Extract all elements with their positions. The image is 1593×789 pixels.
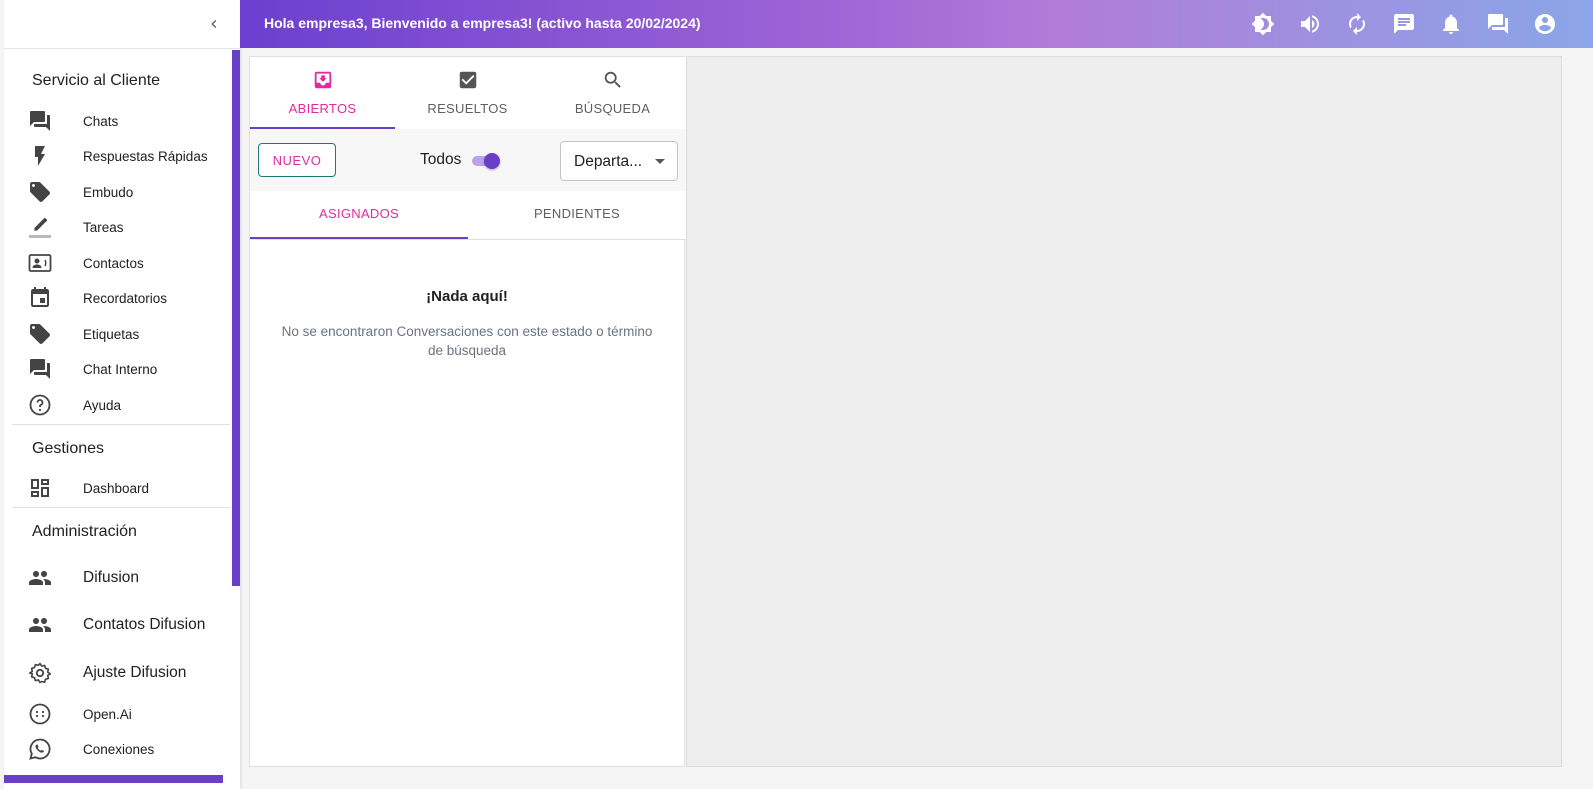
sidebar-item-broadcast-contacts[interactable]: Contatos Difusion xyxy=(4,608,230,642)
label-icon xyxy=(30,324,50,344)
section-title-management: Gestiones xyxy=(32,440,105,457)
sidebar-item-label: Etiquetas xyxy=(83,326,140,342)
chat-bubbles-icon xyxy=(1488,14,1508,34)
sidebar-item-label: Chats xyxy=(83,113,119,129)
people-icon xyxy=(29,571,51,585)
sidebar-item-label: Recordatorios xyxy=(83,290,168,306)
greeting-text: Hola empresa3, Bienvenido a empresa3! (a… xyxy=(264,15,701,31)
contact-card-icon xyxy=(28,254,52,272)
sidebar-item-label: Ayuda xyxy=(83,397,122,413)
sidebar-item-contacts[interactable]: Contactos xyxy=(4,246,230,280)
sidebar-item-tasks[interactable]: Tareas xyxy=(4,210,230,244)
forum-icon xyxy=(30,359,50,379)
department-select-value: Departa... xyxy=(574,153,643,170)
section-title-administration: Administración xyxy=(32,523,137,540)
message-icon xyxy=(1394,14,1414,34)
empty-state-text: No se encontraron Conversaciones con est… xyxy=(281,324,653,358)
section-title-customer-service: Servicio al Cliente xyxy=(32,72,161,89)
sidebar-item-label: Contatos Difusion xyxy=(83,616,206,633)
gear-icon xyxy=(28,662,52,684)
forum-icon xyxy=(30,111,50,131)
check-box-icon xyxy=(459,71,476,89)
sidebar-item-broadcast[interactable]: Difusion xyxy=(4,561,230,595)
tickets-toolbar: NUEVO Todos Departa... xyxy=(250,129,686,191)
openai-icon xyxy=(29,703,51,725)
people-icon xyxy=(29,618,51,632)
search-icon xyxy=(604,71,621,88)
sidebar-item-broadcast-settings[interactable]: Ajuste Difusion xyxy=(4,656,230,690)
account-circle-icon xyxy=(1535,14,1555,34)
sidebar-item-openai[interactable]: Open.Ai xyxy=(4,697,230,731)
tag-icon xyxy=(30,182,50,202)
sidebar-item-funnel[interactable]: Embudo xyxy=(4,175,230,209)
ticket-tabs: ABIERTOS RESUELTOS BÚSQUEDA xyxy=(250,57,686,129)
tab-label: ABIERTOS xyxy=(288,101,357,116)
sidebar-item-label: Ajuste Difusion xyxy=(83,664,187,681)
whatsapp-icon xyxy=(29,738,51,760)
sidebar-item-quick-replies[interactable]: Respuestas Rápidas xyxy=(4,139,230,173)
tab-pending[interactable]: PENDIENTES xyxy=(468,191,686,239)
tab-assigned[interactable]: ASIGNADOS xyxy=(250,191,468,239)
sidebar-item-label: Dashboard xyxy=(83,480,150,496)
tab-open[interactable]: ABIERTOS xyxy=(250,57,395,129)
tab-label: BÚSQUEDA xyxy=(574,101,651,116)
notifications-icon xyxy=(1443,14,1459,34)
sidebar-item-label: Contactos xyxy=(83,255,144,271)
caret-down-icon xyxy=(655,159,665,164)
collapse-sidebar-button[interactable] xyxy=(202,12,226,36)
messages-button[interactable] xyxy=(1392,12,1416,36)
pencil-icon xyxy=(29,217,51,238)
refresh-button[interactable] xyxy=(1345,12,1369,36)
sidebar-item-chats[interactable]: Chats xyxy=(4,104,230,138)
empty-state-title: ¡Nada aquí! xyxy=(426,288,508,305)
sidebar-item-label: Open.Ai xyxy=(83,706,132,722)
app-header: Hola empresa3, Bienvenido a empresa3! (a… xyxy=(240,0,1593,48)
tickets-panel: ABIERTOS RESUELTOS BÚSQUEDA NUEVO Todos … xyxy=(249,56,686,767)
ticket-subtabs: ASIGNADOS PENDIENTES xyxy=(250,191,686,240)
sidebar-item-internal-chat[interactable]: Chat Interno xyxy=(4,352,230,386)
flash-icon xyxy=(35,146,45,166)
sidebar-divider xyxy=(12,424,230,425)
sidebar-item-reminders[interactable]: Recordatorios xyxy=(4,281,230,315)
volume-button[interactable] xyxy=(1298,12,1322,36)
sidebar-item-label: Embudo xyxy=(83,184,134,200)
internal-chat-button[interactable] xyxy=(1486,12,1510,36)
sidebar-item-label: Chat Interno xyxy=(83,361,158,377)
sidebar-item-label: Tareas xyxy=(83,219,124,235)
sidebar-item-labels[interactable]: Etiquetas xyxy=(4,317,230,351)
sidebar-item-connections[interactable]: Conexiones xyxy=(4,732,230,766)
inbox-icon xyxy=(314,71,331,89)
refresh-icon xyxy=(1349,13,1365,35)
sidebar-header xyxy=(4,0,240,49)
calendar-icon xyxy=(31,287,49,307)
notifications-button[interactable] xyxy=(1439,12,1463,36)
show-all-toggle[interactable] xyxy=(472,153,500,169)
toggle-thumb xyxy=(484,153,500,169)
sidebar-divider xyxy=(12,507,230,508)
tab-search[interactable]: BÚSQUEDA xyxy=(540,57,685,129)
volume-icon xyxy=(1301,15,1319,33)
sidebar-item-label: Respuestas Rápidas xyxy=(83,148,208,164)
department-select[interactable]: Departa... xyxy=(560,141,678,181)
account-button[interactable] xyxy=(1533,12,1557,36)
tab-resolved[interactable]: RESUELTOS xyxy=(395,57,540,129)
theme-toggle-button[interactable] xyxy=(1251,12,1275,36)
sidebar-item-dashboard[interactable]: Dashboard xyxy=(4,471,230,505)
chevron-left-icon xyxy=(211,20,217,28)
subtab-indicator xyxy=(250,237,468,239)
tab-label: RESUELTOS xyxy=(427,101,508,116)
show-all-label: Todos xyxy=(420,151,462,168)
sidebar-item-label: Difusion xyxy=(83,569,139,586)
sidebar-item-help[interactable]: Ayuda xyxy=(4,388,230,422)
sidebar-scrollbar[interactable] xyxy=(232,50,240,586)
conversation-area xyxy=(686,56,1562,767)
sidebar-item-label: Conexiones xyxy=(83,741,155,757)
sidebar: Servicio al Cliente Chats Respuestas Ráp… xyxy=(4,0,240,789)
theme-toggle-icon xyxy=(1251,12,1275,36)
help-icon xyxy=(29,394,51,416)
new-ticket-button[interactable]: NUEVO xyxy=(258,143,336,177)
dashboard-icon xyxy=(31,479,49,497)
sidebar-horizontal-scrollbar[interactable] xyxy=(4,775,223,783)
header-actions xyxy=(1251,12,1557,36)
